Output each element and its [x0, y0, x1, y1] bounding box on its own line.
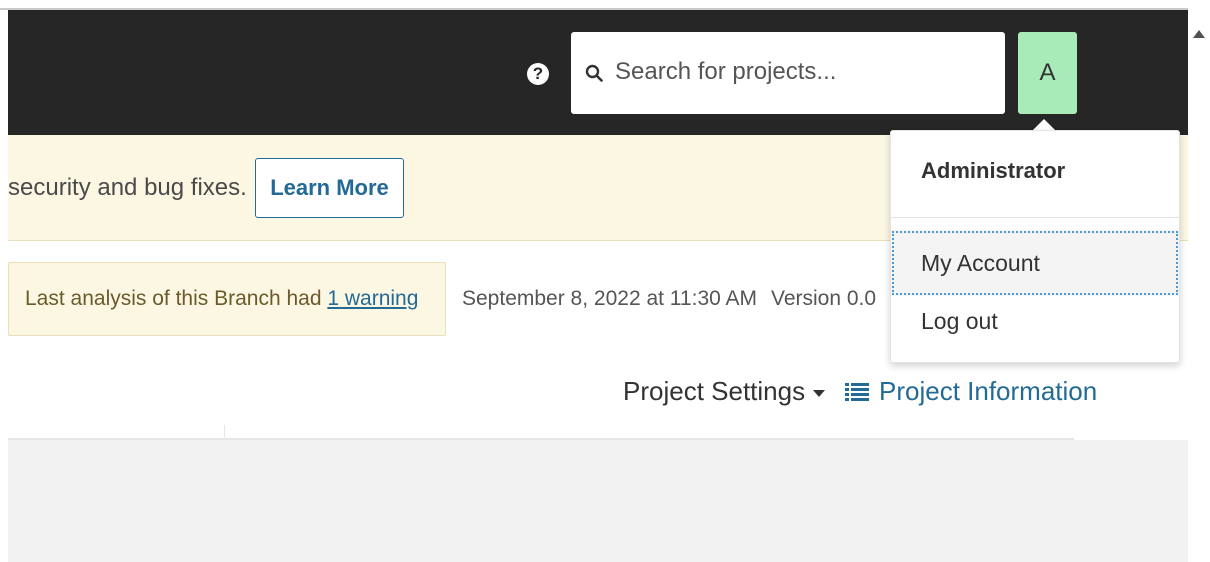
analysis-meta: September 8, 2022 at 11:30 AM Version 0.0	[462, 262, 876, 336]
dropdown-user-name: Administrator	[921, 158, 1066, 183]
analysis-date: September 8, 2022 at 11:30 AM	[462, 287, 757, 310]
user-avatar-button[interactable]: A	[1018, 32, 1077, 114]
help-icon[interactable]: ?	[527, 63, 549, 85]
search-icon	[585, 64, 603, 82]
account-dropdown-menu: Administrator My Account Log out	[890, 130, 1180, 363]
project-settings-label: Project Settings	[623, 376, 806, 406]
learn-more-button[interactable]: Learn More	[255, 158, 404, 218]
vertical-scrollbar[interactable]	[1188, 10, 1210, 562]
dropdown-pointer	[1033, 119, 1055, 130]
page-body	[8, 440, 1188, 562]
scroll-up-arrow-icon[interactable]	[1193, 30, 1205, 38]
dropdown-separator	[891, 217, 1179, 218]
top-strip	[0, 0, 1188, 10]
page: ? A security and bug fixes. Learn More L…	[0, 0, 1210, 562]
project-information-link[interactable]: Project Information	[845, 376, 1097, 407]
list-icon	[845, 383, 869, 401]
analysis-warning-text: Last analysis of this Branch had	[25, 287, 328, 310]
nav-divider	[224, 425, 225, 439]
notice-text: security and bug fixes.	[8, 174, 247, 201]
warning-link[interactable]: 1 warning	[327, 287, 418, 310]
menu-item-log-out[interactable]: Log out	[891, 288, 1179, 354]
project-settings-menu[interactable]: Project Settings	[623, 376, 826, 407]
caret-down-icon	[813, 389, 826, 397]
search-input[interactable]	[615, 52, 985, 92]
analysis-warning-box: Last analysis of this Branch had 1 warni…	[8, 262, 446, 336]
menu-item-my-account[interactable]: My Account	[891, 230, 1179, 296]
search-box[interactable]	[571, 32, 1005, 114]
analysis-version: Version 0.0	[770, 287, 877, 310]
project-information-label: Project Information	[879, 376, 1098, 406]
